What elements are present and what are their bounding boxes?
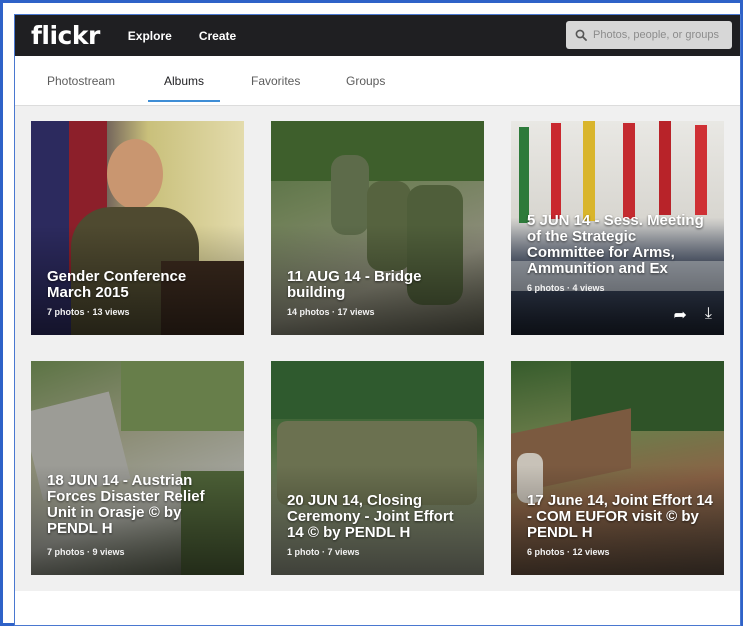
tree-line — [271, 121, 484, 181]
browser-viewport: flickr Explore Create Photostream Albums… — [14, 14, 741, 626]
flag — [695, 125, 707, 215]
album-meta: 14 photos · 17 views — [287, 307, 375, 317]
album-title: 11 AUG 14 - Bridge building — [287, 268, 422, 301]
album-card-austrian-forces[interactable]: 18 JUN 14 - Austrian Forces Disaster Rel… — [31, 361, 244, 575]
flickr-logo[interactable]: flickr — [31, 21, 100, 50]
album-meta: 7 photos · 9 views — [47, 547, 125, 557]
album-card-bridge-building[interactable]: 11 AUG 14 - Bridge building 14 photos · … — [271, 121, 484, 335]
flag — [659, 121, 671, 215]
album-meta: 1 photo · 7 views — [287, 547, 360, 557]
album-card-strategic-committee[interactable]: 5 JUN 14 - Sess. Meeting of the Strategi… — [511, 121, 724, 335]
soldier-figure — [331, 155, 369, 235]
tree-line — [271, 361, 484, 419]
tab-groups[interactable]: Groups — [346, 56, 385, 106]
flag — [623, 123, 635, 219]
album-meta: 7 photos · 13 views — [47, 307, 130, 317]
album-card-gender-conference[interactable]: Gender Conference March 2015 7 photos · … — [31, 121, 244, 335]
nav-explore[interactable]: Explore — [128, 29, 172, 43]
album-card-closing-ceremony[interactable]: 20 JUN 14, Closing Ceremony - Joint Effo… — [271, 361, 484, 575]
search-box[interactable] — [566, 21, 732, 49]
tab-photostream[interactable]: Photostream — [47, 56, 115, 106]
tab-albums[interactable]: Albums — [147, 56, 221, 106]
flag — [519, 127, 529, 223]
top-navigation-bar: flickr Explore Create — [15, 15, 740, 56]
field — [121, 361, 244, 431]
search-icon — [575, 29, 587, 41]
share-icon[interactable]: ➦ — [674, 305, 687, 325]
flag — [551, 123, 561, 219]
album-title: 17 June 14, Joint Effort 14 - COM EUFOR … — [527, 492, 713, 541]
page-bottom-area — [15, 591, 740, 625]
album-card-com-eufor-visit[interactable]: 17 June 14, Joint Effort 14 - COM EUFOR … — [511, 361, 724, 575]
album-title: Gender Conference March 2015 — [47, 268, 187, 301]
speaker-figure — [107, 139, 163, 209]
album-meta: 6 photos · 4 views — [527, 283, 605, 293]
album-title: 5 JUN 14 - Sess. Meeting of the Strategi… — [527, 212, 704, 277]
album-title: 18 JUN 14 - Austrian Forces Disaster Rel… — [47, 472, 205, 537]
nav-create[interactable]: Create — [199, 29, 236, 43]
profile-tab-bar: Photostream Albums Favorites Groups — [15, 56, 740, 106]
screenshot-frame: flickr Explore Create Photostream Albums… — [0, 0, 743, 626]
album-meta: 6 photos · 12 views — [527, 547, 610, 557]
search-input[interactable] — [593, 29, 723, 41]
download-icon[interactable]: ⤓ — [705, 305, 712, 325]
album-title: 20 JUN 14, Closing Ceremony - Joint Effo… — [287, 492, 454, 541]
flag — [583, 121, 595, 221]
album-actions: ➦ ⤓ — [674, 305, 712, 325]
tab-favorites[interactable]: Favorites — [251, 56, 300, 106]
